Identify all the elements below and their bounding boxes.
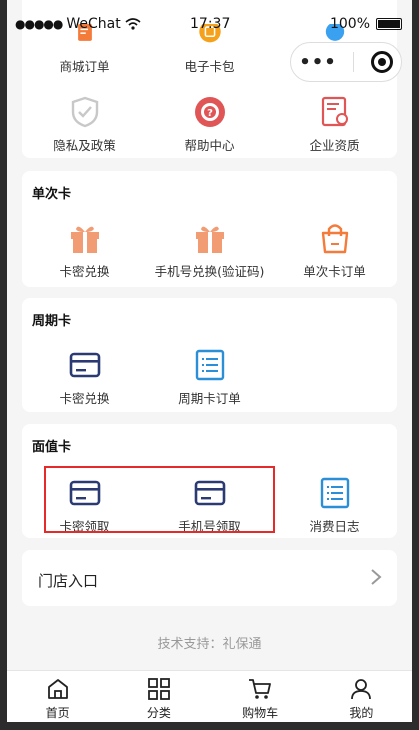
battery-icon [376, 18, 402, 30]
phone-screen: ●●●●● WeChat 17:37 100% ••• 商城订单 电子卡包 隐私… [7, 0, 412, 722]
certificate-icon [321, 96, 348, 127]
period-orders-entry[interactable]: 周期卡订单 [147, 348, 272, 407]
battery-status: 100% [330, 16, 402, 32]
single-card-section: 单次卡 卡密兑换 手机号兑换(验证码) 单次卡订单 [22, 171, 397, 287]
section-title: 面值卡 [32, 440, 72, 455]
consumption-log-entry[interactable]: 消费日志 [272, 476, 397, 535]
single-orders-entry[interactable]: 单次卡订单 [272, 221, 397, 280]
tech-support-text: 技术支持：礼保通 [157, 637, 262, 652]
period-redeem-code-entry[interactable]: 卡密兑换 [22, 348, 147, 407]
signal-icon: ●●●●● [15, 17, 63, 31]
highlight-box [44, 466, 275, 533]
svg-text:?: ? [207, 108, 213, 119]
carrier-signal: ●●●●● WeChat [15, 16, 141, 32]
section-title: 周期卡 [32, 314, 72, 329]
store-entry-row[interactable]: 门店入口 [22, 550, 397, 606]
chevron-right-icon [371, 569, 382, 585]
gift-icon [70, 226, 99, 253]
grid-icon [147, 678, 170, 700]
capsule-divider [353, 52, 355, 72]
list-icon [195, 349, 224, 381]
tab-mine[interactable]: 我的 [311, 671, 412, 722]
help-icon: ? [194, 97, 225, 127]
close-miniprogram-icon[interactable] [370, 51, 393, 73]
gift-icon [195, 226, 224, 253]
list-icon [320, 477, 349, 509]
carrier-name: WeChat [66, 16, 121, 32]
user-icon [351, 679, 372, 700]
card-icon [69, 352, 100, 378]
tab-home[interactable]: 首页 [7, 671, 108, 722]
qualification-entry[interactable]: 企业资质 [272, 95, 397, 154]
store-entry-label: 门店入口 [38, 572, 99, 590]
tab-cart[interactable]: 购物车 [210, 671, 311, 722]
tab-category[interactable]: 分类 [108, 671, 209, 722]
status-time: 17:37 [190, 16, 231, 32]
bag-icon [321, 224, 348, 254]
battery-percent: 100% [329, 16, 370, 32]
wifi-icon [125, 18, 141, 30]
section-title: 单次卡 [32, 187, 72, 202]
bottom-tab-bar: 首页 分类 购物车 我的 [7, 670, 412, 722]
cart-icon [249, 679, 272, 699]
period-card-section: 周期卡 卡密兑换 周期卡订单 [22, 298, 397, 412]
help-center-entry[interactable]: ? 帮助中心 [147, 95, 272, 154]
miniprogram-capsule: ••• [290, 42, 402, 82]
home-icon [47, 679, 68, 699]
more-menu-icon[interactable]: ••• [299, 52, 337, 73]
single-redeem-phone-entry[interactable]: 手机号兑换(验证码) [147, 221, 272, 280]
shield-icon [71, 96, 98, 128]
single-redeem-code-entry[interactable]: 卡密兑换 [22, 221, 147, 280]
privacy-entry[interactable]: 隐私及政策 [22, 95, 147, 154]
